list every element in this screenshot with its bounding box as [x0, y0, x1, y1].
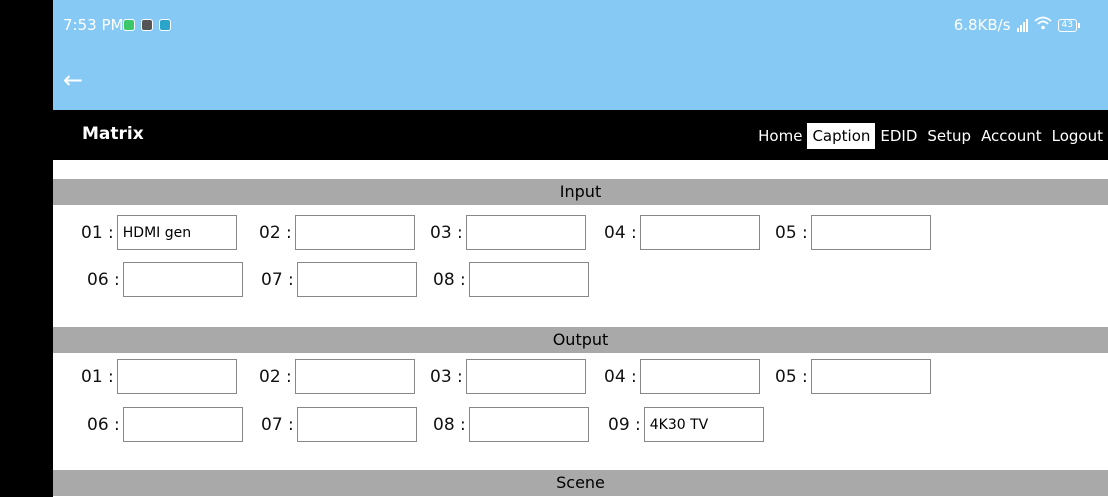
input-label-06: 06 :	[87, 269, 120, 290]
output-field-01: 01 :	[81, 359, 237, 394]
output-label-04: 04 :	[604, 366, 637, 387]
input-label-05: 05 :	[775, 222, 808, 243]
navbar: Matrix Home Caption EDID Setup Account L…	[53, 110, 1108, 160]
input-label-08: 08 :	[433, 269, 466, 290]
notification-settings-icon	[141, 19, 153, 31]
output-label-06: 06 :	[87, 414, 120, 435]
output-label-03: 03 :	[430, 366, 463, 387]
output-caption-04[interactable]	[639, 359, 760, 394]
input-caption-07[interactable]	[296, 262, 417, 297]
input-field-08: 08 :	[433, 262, 589, 297]
output-label-09: 09 :	[608, 414, 641, 435]
output-field-06: 06 :	[87, 407, 243, 442]
output-label-01: 01 :	[81, 366, 114, 387]
input-caption-04[interactable]	[639, 215, 760, 250]
output-label-05: 05 :	[775, 366, 808, 387]
nav-setup[interactable]: Setup	[922, 123, 976, 149]
notification-app-icon	[123, 19, 135, 31]
output-section-header: Output	[53, 327, 1108, 353]
output-label-07: 07 :	[261, 414, 294, 435]
output-caption-07[interactable]	[296, 407, 417, 442]
input-label-03: 03 :	[430, 222, 463, 243]
input-label-01: 01 :	[81, 222, 114, 243]
output-field-07: 07 :	[261, 407, 417, 442]
input-caption-01[interactable]	[116, 215, 237, 250]
network-speed: 6.8KB/s	[953, 16, 1011, 34]
input-caption-02[interactable]	[294, 215, 415, 250]
input-field-02: 02 :	[259, 215, 415, 250]
input-field-05: 05 :	[775, 215, 931, 250]
nav-home[interactable]: Home	[753, 123, 807, 149]
nav-edid[interactable]: EDID	[875, 123, 922, 149]
input-caption-05[interactable]	[810, 215, 931, 250]
nav-caption[interactable]: Caption	[807, 123, 876, 149]
output-field-02: 02 :	[259, 359, 415, 394]
status-indicators: 6.8KB/s 43	[954, 16, 1080, 34]
input-caption-06[interactable]	[122, 262, 243, 297]
wifi-icon	[1033, 16, 1052, 34]
scene-section-header: Scene	[53, 470, 1108, 496]
output-caption-05[interactable]	[810, 359, 931, 394]
output-caption-06[interactable]	[122, 407, 243, 442]
brand-title: Matrix	[82, 124, 144, 144]
input-label-04: 04 :	[604, 222, 637, 243]
output-field-04: 04 :	[604, 359, 760, 394]
nav-logout[interactable]: Logout	[1047, 123, 1108, 149]
notification-message-icon	[159, 19, 171, 31]
input-field-01: 01 :	[81, 215, 237, 250]
input-label-02: 02 :	[259, 222, 292, 243]
output-caption-09[interactable]	[643, 407, 764, 442]
input-field-07: 07 :	[261, 262, 417, 297]
output-caption-01[interactable]	[116, 359, 237, 394]
output-label-08: 08 :	[433, 414, 466, 435]
output-caption-08[interactable]	[468, 407, 589, 442]
output-field-05: 05 :	[775, 359, 931, 394]
status-time: 7:53 PM	[63, 16, 124, 34]
output-caption-03[interactable]	[465, 359, 586, 394]
input-field-03: 03 :	[430, 215, 586, 250]
input-section-header: Input	[53, 179, 1108, 205]
output-field-03: 03 :	[430, 359, 586, 394]
output-field-09: 09 :	[608, 407, 764, 442]
input-field-04: 04 :	[604, 215, 760, 250]
nav-links: Home Caption EDID Setup Account Logout	[753, 123, 1108, 149]
input-caption-08[interactable]	[468, 262, 589, 297]
output-caption-02[interactable]	[294, 359, 415, 394]
back-arrow-icon[interactable]: ←	[63, 66, 83, 94]
output-field-08: 08 :	[433, 407, 589, 442]
app-screen: 7:53 PM 6.8KB/s 43 ← Matrix Home Caption…	[53, 0, 1108, 497]
input-caption-03[interactable]	[465, 215, 586, 250]
nav-account[interactable]: Account	[976, 123, 1047, 149]
status-bar: 7:53 PM 6.8KB/s 43 ←	[53, 0, 1108, 110]
signal-icon	[1016, 18, 1028, 32]
battery-icon: 43	[1057, 18, 1080, 32]
battery-level: 43	[1057, 18, 1077, 32]
input-label-07: 07 :	[261, 269, 294, 290]
output-label-02: 02 :	[259, 366, 292, 387]
input-field-06: 06 :	[87, 262, 243, 297]
